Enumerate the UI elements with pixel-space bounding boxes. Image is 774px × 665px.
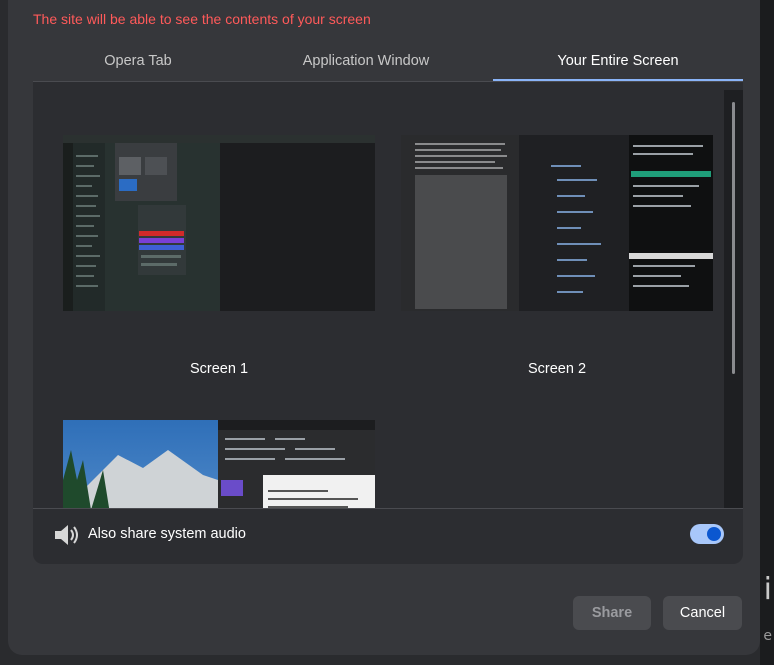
- tab-opera-tab[interactable]: Opera Tab: [33, 47, 243, 80]
- screen-2-preview-image: [401, 135, 713, 311]
- warning-text: The site will be able to see the content…: [33, 11, 371, 27]
- background-glyph-i: i: [763, 572, 772, 607]
- speaker-icon: [55, 525, 78, 545]
- background-window-edge: i e: [760, 0, 774, 665]
- screen-2-thumbnail[interactable]: [401, 135, 713, 311]
- screen-list-panel: Screen 1 Screen 2 Also share system audi…: [33, 82, 743, 564]
- scrollbar-thumb[interactable]: [732, 102, 735, 374]
- tab-entire-screen[interactable]: Your Entire Screen: [493, 47, 743, 81]
- screen-share-dialog: The site will be able to see the content…: [8, 0, 760, 655]
- screen-grid: Screen 1 Screen 2: [33, 82, 719, 508]
- system-audio-toggle[interactable]: [690, 524, 724, 544]
- share-button[interactable]: Share: [573, 596, 651, 630]
- screen-2-label: Screen 2: [527, 361, 587, 377]
- screen-list-scrollbar[interactable]: [724, 90, 743, 508]
- toggle-knob: [707, 527, 721, 541]
- background-glyph-e: e: [763, 628, 772, 644]
- tab-application-window[interactable]: Application Window: [251, 47, 481, 80]
- screen-1-label: Screen 1: [189, 361, 249, 377]
- source-tabs: Opera Tab Application Window Your Entire…: [33, 47, 743, 82]
- screen-1-preview-image: [63, 135, 375, 311]
- screen-3-preview-image: [63, 420, 375, 508]
- screen-1-thumbnail[interactable]: [63, 135, 375, 311]
- system-audio-label: Also share system audio: [88, 526, 246, 542]
- screen-3-thumbnail[interactable]: [63, 420, 375, 508]
- cancel-button[interactable]: Cancel: [663, 596, 742, 630]
- system-audio-row: Also share system audio: [33, 508, 743, 565]
